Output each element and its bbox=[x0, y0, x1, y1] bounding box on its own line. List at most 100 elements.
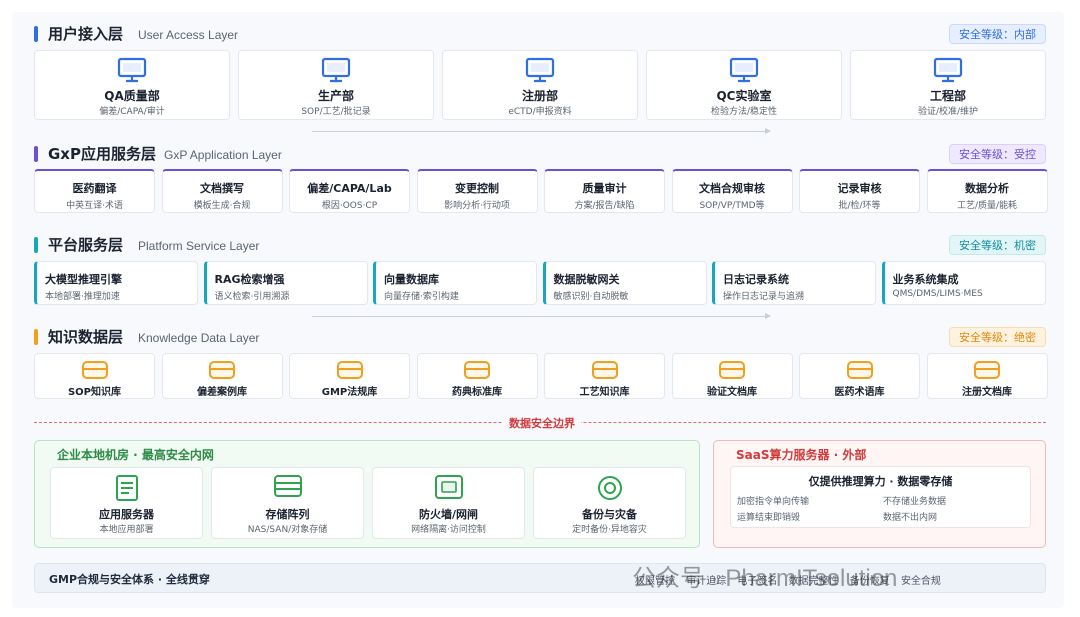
infrastructure-card[interactable]: 应用服务器本地应用部署 bbox=[50, 467, 203, 539]
application-card[interactable]: 文档撰写 模板生成·合规 bbox=[161, 169, 283, 213]
card-name: 工程部 bbox=[929, 89, 966, 103]
layer-accent-bar bbox=[34, 26, 38, 42]
card-name: 注册部 bbox=[521, 89, 558, 103]
application-card[interactable]: 偏差/CAPA/Lab 根因·OOS·CP bbox=[289, 169, 410, 213]
application-card[interactable]: 变更控制 影响分析·行动项 bbox=[416, 169, 538, 213]
security-level-badge: 安全等级：内部 bbox=[949, 24, 1046, 44]
saas-point: 数据不出内网 bbox=[883, 513, 938, 523]
knowledge-base-card[interactable]: 医药术语库 bbox=[799, 353, 920, 399]
card-desc: eCTD/申报资料 bbox=[508, 107, 572, 117]
card-name: 医药术语库 bbox=[834, 387, 885, 398]
layer-title: 用户接入层 bbox=[48, 25, 124, 43]
card-desc: 根因·OOS·CP bbox=[321, 201, 378, 211]
card-desc: 中英互译·术语 bbox=[66, 201, 123, 211]
knowledge-base-card[interactable]: GMP法规库 bbox=[289, 353, 410, 399]
card-name: 大模型推理引擎 bbox=[45, 273, 122, 286]
monitor-icon bbox=[851, 57, 1045, 83]
knowledge-base-card[interactable]: SOP知识库 bbox=[34, 353, 155, 399]
department-card[interactable]: 注册部 eCTD/申报资料 bbox=[442, 50, 638, 120]
application-card[interactable]: 文档合规审核 SOP/VP/TMD等 bbox=[671, 169, 793, 213]
backup-icon bbox=[534, 474, 685, 502]
knowledge-base-card[interactable]: 注册文档库 bbox=[926, 353, 1048, 399]
card-name: 偏差/CAPA/Lab bbox=[307, 182, 392, 195]
card-name: QA质量部 bbox=[104, 89, 160, 103]
gxp-application-layer-header: GxP应用服务层 GxP Application Layer 安全等级：受控 bbox=[34, 144, 1046, 166]
layer-subtitle: GxP Application Layer bbox=[164, 148, 282, 162]
infrastructure-card[interactable]: 备份与灾备 定时备份·异地容灾 bbox=[533, 467, 686, 539]
layer-subtitle: Knowledge Data Layer bbox=[138, 331, 260, 345]
saas-point: 不存储业务数据 bbox=[883, 497, 947, 507]
infrastructure-card[interactable]: 防火墙/网闸 网络隔离·访问控制 bbox=[372, 467, 525, 539]
watermark: 公众号 · PharmITsolution bbox=[632, 565, 898, 592]
card-name: 质量审计 bbox=[582, 182, 627, 195]
database-icon bbox=[290, 360, 409, 380]
card-desc: 本地应用部署 bbox=[99, 525, 154, 535]
card-name: 防火墙/网闸 bbox=[418, 508, 479, 521]
card-name: 存储阵列 bbox=[265, 508, 310, 521]
card-name: 注册文档库 bbox=[962, 387, 1012, 398]
card-desc: 批/检/环等 bbox=[838, 201, 881, 211]
card-desc: 影响分析·行动项 bbox=[444, 201, 510, 211]
knowledge-base-card[interactable]: 验证文档库 bbox=[671, 353, 793, 399]
card-desc: 本地部署·推理加速 bbox=[45, 292, 120, 302]
card-name: 应用服务器 bbox=[99, 508, 154, 521]
monitor-icon bbox=[239, 57, 433, 83]
layer-title: GxP应用服务层 bbox=[48, 145, 156, 163]
platform-service-card[interactable]: 业务系统集成 QMS/DMS/LIMS·MES bbox=[881, 261, 1046, 305]
card-desc: SOP/VP/TMD等 bbox=[699, 201, 765, 211]
card-name: 备份与灾备 bbox=[582, 508, 637, 521]
monitor-icon bbox=[443, 57, 637, 83]
card-name: 文档撰写 bbox=[200, 182, 244, 195]
server-icon bbox=[51, 474, 202, 502]
platform-service-card[interactable]: 向量数据库 向量存储·索引构建 bbox=[373, 261, 537, 305]
card-name: 文档合规审核 bbox=[699, 182, 765, 195]
user-access-layer-header: 用户接入层 User Access Layer 安全等级：内部 bbox=[34, 24, 1046, 46]
layer-accent-bar bbox=[34, 329, 38, 345]
department-card[interactable]: QC实验室 检验方法/稳定性 bbox=[646, 50, 842, 120]
card-name: GMP法规库 bbox=[321, 387, 378, 398]
security-level-badge: 安全等级：绝密 bbox=[949, 327, 1046, 347]
layer-accent-bar bbox=[34, 237, 38, 253]
application-card[interactable]: 质量审计方案/报告/缺陷 bbox=[544, 169, 665, 213]
platform-service-card[interactable]: 日志记录系统操作日志记录与追溯 bbox=[712, 261, 876, 305]
security-level-badge: 安全等级：受控 bbox=[949, 144, 1046, 164]
card-name: 生产部 bbox=[317, 89, 354, 103]
application-card[interactable]: 数据分析工艺/质量/能耗 bbox=[926, 169, 1048, 213]
card-desc: 方案/报告/缺陷 bbox=[574, 201, 635, 211]
infrastructure-card[interactable]: 存储阵列 NAS/SAN/对象存储 bbox=[211, 467, 364, 539]
platform-service-card[interactable]: 数据脱敏网关 敏感识别·自动脱敏 bbox=[542, 261, 707, 305]
card-desc: 工艺/质量/能耗 bbox=[956, 201, 1018, 211]
department-card[interactable]: 工程部验证/校准/维护 bbox=[850, 50, 1046, 120]
card-desc: 敏感识别·自动脱敏 bbox=[553, 292, 629, 302]
card-name: 日志记录系统 bbox=[723, 273, 789, 286]
department-card[interactable]: QA质量部偏差/CAPA/审计 bbox=[34, 50, 230, 120]
application-card[interactable]: 记录审核 批/检/环等 bbox=[799, 169, 920, 213]
knowledge-base-card[interactable]: 工艺知识库 bbox=[544, 353, 665, 399]
footer-title: GMP合规与安全体系 · 全线贯穿 bbox=[49, 573, 210, 586]
onprem-panel-title: 企业本地机房 · 最高安全内网 bbox=[57, 448, 214, 462]
card-name: 数据分析 bbox=[965, 182, 1009, 195]
database-icon bbox=[800, 360, 919, 380]
card-name: 业务系统集成 bbox=[892, 273, 959, 286]
platform-service-card[interactable]: RAG检索增强 语义检索·引用溯源 bbox=[203, 261, 368, 305]
saas-point: 加密指令单向传输 bbox=[737, 497, 810, 507]
layer-subtitle: User Access Layer bbox=[138, 28, 239, 42]
monitor-icon bbox=[35, 57, 229, 83]
department-card[interactable]: 生产部 SOP/工艺/批记录 bbox=[238, 50, 434, 120]
monitor-icon bbox=[647, 57, 841, 83]
database-icon bbox=[418, 360, 537, 380]
card-desc: SOP/工艺/批记录 bbox=[301, 107, 371, 117]
layer-title: 平台服务层 bbox=[48, 236, 124, 254]
knowledge-base-card[interactable]: 偏差案例库 bbox=[161, 353, 283, 399]
card-desc: 网络隔离·访问控制 bbox=[411, 525, 486, 535]
platform-service-card[interactable]: 大模型推理引擎 本地部署·推理加速 bbox=[34, 261, 198, 305]
card-desc: 操作日志记录与追溯 bbox=[723, 292, 805, 302]
card-desc: 偏差/CAPA/审计 bbox=[99, 107, 165, 117]
card-desc: 向量存储·索引构建 bbox=[384, 292, 459, 302]
application-card[interactable]: 医药翻译 中英互译·术语 bbox=[34, 169, 155, 213]
saas-panel: SaaS算力服务器 · 外部 仅提供推理算力 · 数据零存储 加密指令单向传输 … bbox=[713, 440, 1046, 548]
security-boundary-label: 数据安全边界 bbox=[503, 415, 581, 431]
card-desc: 验证/校准/维护 bbox=[917, 107, 979, 117]
knowledge-base-card[interactable]: 药典标准库 bbox=[416, 353, 538, 399]
card-name: RAG检索增强 bbox=[214, 273, 285, 286]
